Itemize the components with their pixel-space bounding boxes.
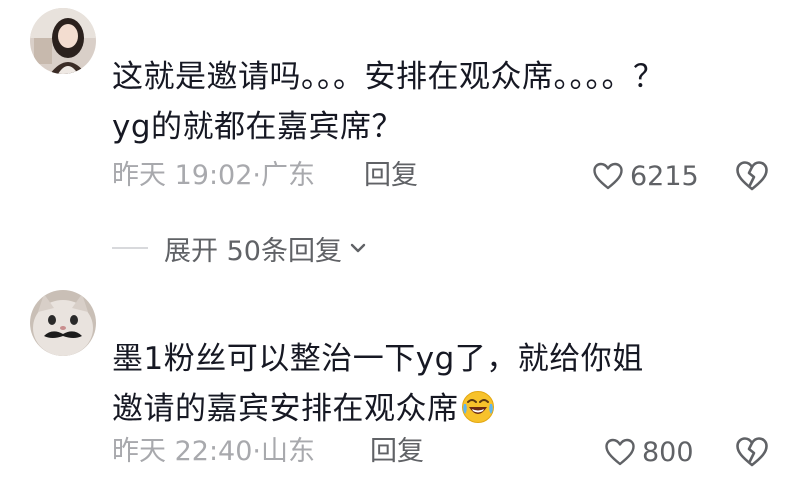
heart-outline-icon bbox=[605, 438, 635, 466]
expand-replies-label: 展开 50条回复 bbox=[164, 235, 342, 267]
heart-outline-icon bbox=[593, 162, 623, 190]
like-button[interactable]: 800 bbox=[604, 432, 694, 472]
comment-meta: 昨天 22:40·山东 回复 800 bbox=[112, 432, 800, 472]
chevron-down-icon bbox=[350, 243, 366, 253]
avatar[interactable] bbox=[30, 8, 96, 74]
avatar[interactable] bbox=[30, 290, 96, 356]
broken-heart-icon[interactable] bbox=[734, 434, 770, 470]
reply-button[interactable]: 回复 bbox=[370, 432, 424, 472]
like-count: 6215 bbox=[630, 160, 699, 192]
comment-text: 这就是邀请吗。。。安排在观众席。。。。？yg的就都在嘉宾席？ bbox=[112, 59, 665, 145]
divider-line bbox=[112, 247, 148, 249]
avatar-photo bbox=[30, 8, 96, 74]
like-count: 800 bbox=[642, 436, 694, 468]
comment-item: 这就是邀请吗。。。安排在观众席。。。。？yg的就都在嘉宾席？ 昨天 19:02·… bbox=[0, 0, 800, 200]
reply-button[interactable]: 回复 bbox=[364, 156, 418, 196]
avatar-photo bbox=[30, 290, 96, 356]
comment-item: 墨1粉丝可以整治一下yg了，就给你姐邀请的嘉宾安排在观众席 昨天 22:40·山… bbox=[0, 280, 800, 498]
rolling-laughing-emoji bbox=[461, 391, 494, 423]
expand-replies-button[interactable]: 展开 50条回复 bbox=[112, 228, 368, 268]
comment-time-location: 昨天 22:40·山东 bbox=[112, 436, 315, 467]
comment-meta: 昨天 19:02·广东 回复 6215 bbox=[112, 156, 800, 196]
like-button[interactable]: 6215 bbox=[592, 156, 699, 196]
comment-text: 墨1粉丝可以整治一下yg了，就给你姐邀请的嘉宾安排在观众席 bbox=[112, 334, 672, 434]
broken-heart-icon[interactable] bbox=[734, 158, 770, 194]
comment-text-body: 墨1粉丝可以整治一下yg了，就给你姐邀请的嘉宾安排在观众席 bbox=[112, 341, 644, 427]
comment-time-location: 昨天 19:02·广东 bbox=[112, 160, 315, 191]
